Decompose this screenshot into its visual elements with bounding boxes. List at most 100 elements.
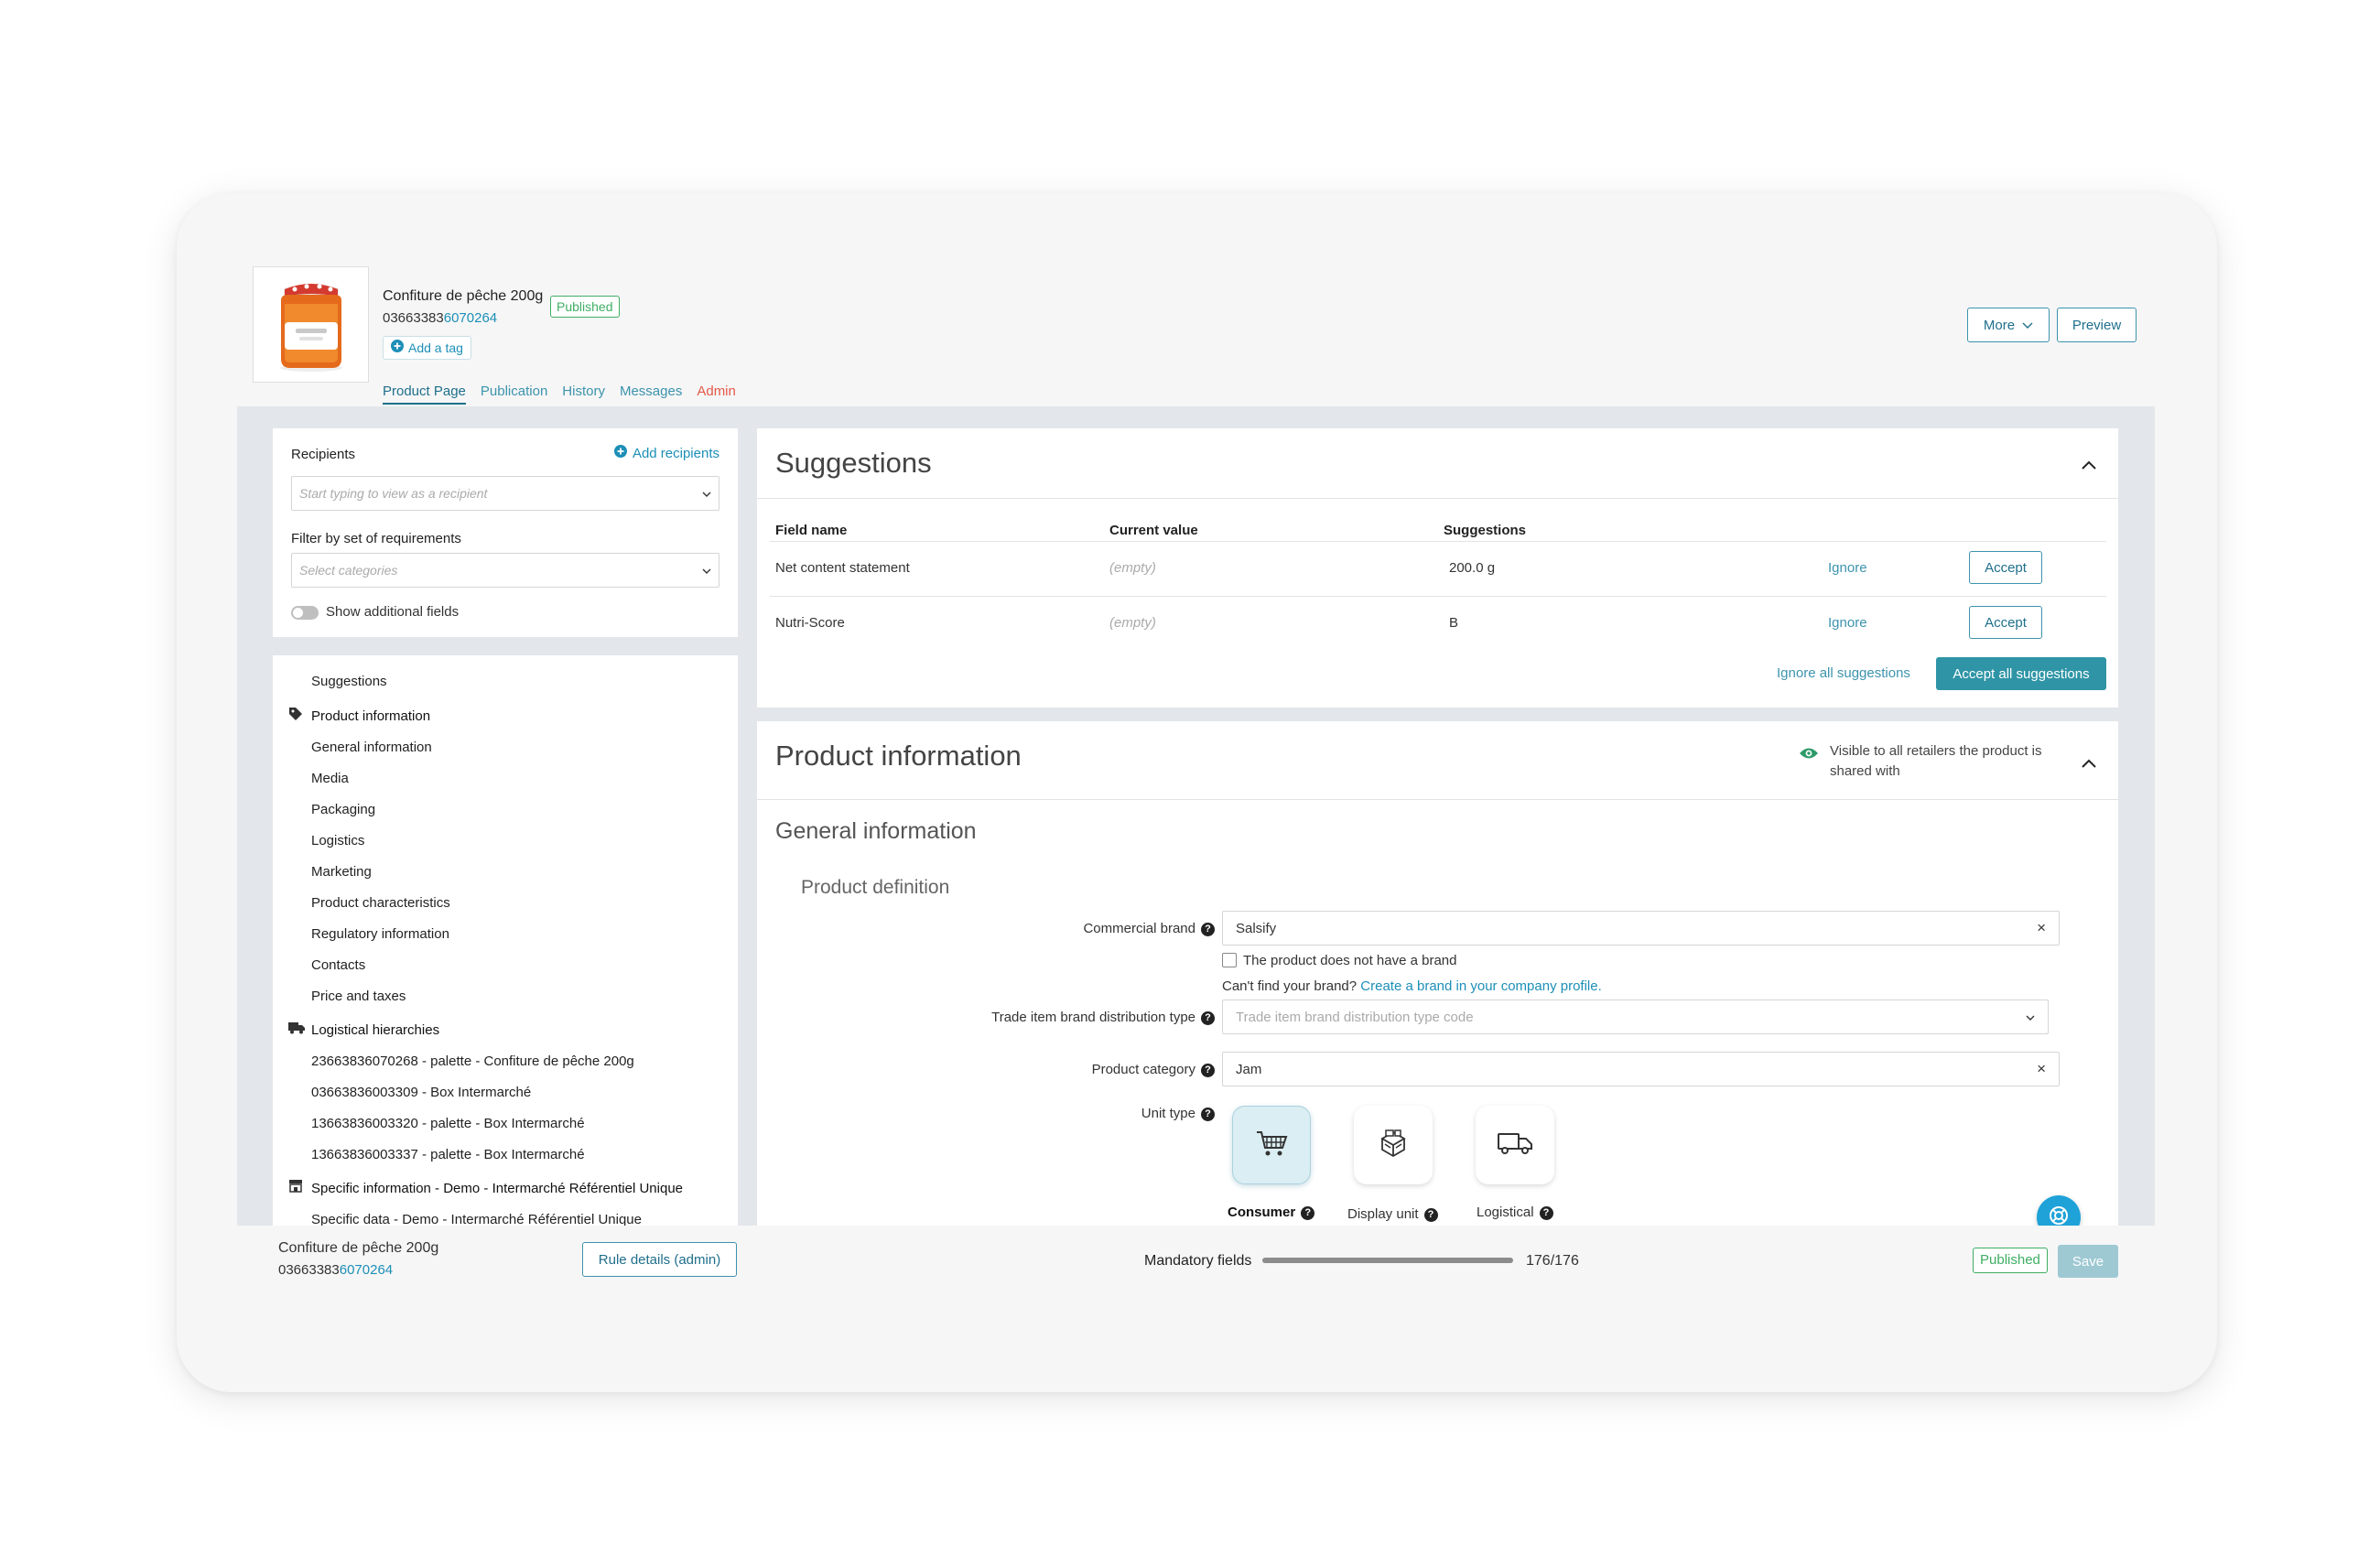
ignore-button[interactable]: Ignore xyxy=(1828,615,1867,631)
nav-suggestions[interactable]: Suggestions xyxy=(311,674,387,689)
truck-icon xyxy=(288,1021,305,1037)
col-field-name: Field name xyxy=(775,523,848,538)
nav-item-contacts[interactable]: Contacts xyxy=(311,957,365,973)
gtin-suffix: 6070264 xyxy=(443,310,498,326)
tab-product-page[interactable]: Product Page xyxy=(383,384,466,405)
tag-icon xyxy=(288,707,303,724)
more-button[interactable]: More xyxy=(1967,308,2050,342)
gtin-suffix: 6070264 xyxy=(339,1262,394,1278)
nav-item-logistics[interactable]: Logistics xyxy=(311,833,364,848)
help-icon[interactable]: ? xyxy=(1201,1108,1215,1121)
unit-consumer-card[interactable] xyxy=(1232,1106,1311,1184)
nav-item-packaging[interactable]: Packaging xyxy=(311,802,375,817)
help-icon[interactable]: ? xyxy=(1201,1064,1215,1077)
unit-type-label: Unit type? xyxy=(1141,1106,1215,1121)
product-tabs: Product Page Publication History Message… xyxy=(383,384,736,405)
ignore-button[interactable]: Ignore xyxy=(1828,560,1867,576)
commercial-brand-label: Commercial brand? xyxy=(1083,921,1215,936)
tab-messages[interactable]: Messages xyxy=(620,384,682,405)
help-icon[interactable]: ? xyxy=(1301,1206,1315,1220)
product-thumbnail xyxy=(253,266,369,383)
row-field-name: Nutri-Score xyxy=(775,615,845,631)
plus-circle-icon xyxy=(391,337,404,359)
chevron-down-icon xyxy=(702,486,711,501)
preview-button[interactable]: Preview xyxy=(2057,308,2137,342)
accept-button[interactable]: Accept xyxy=(1969,606,2042,639)
help-icon[interactable]: ? xyxy=(1423,1208,1438,1222)
row-field-name: Net content statement xyxy=(775,560,910,576)
row-suggestion: 200.0 g xyxy=(1449,560,1496,576)
divider xyxy=(770,541,2106,542)
help-icon[interactable]: ? xyxy=(1201,923,1215,936)
unit-logistical-card[interactable] xyxy=(1476,1106,1554,1184)
chevron-up-icon[interactable] xyxy=(2082,752,2096,773)
row-current-value: (empty) xyxy=(1109,615,1156,631)
boxes-icon xyxy=(1377,1128,1410,1163)
show-additional-toggle[interactable] xyxy=(291,606,319,620)
product-definition-title: Product definition xyxy=(801,877,950,898)
requirements-label: Filter by set of requirements xyxy=(291,531,461,546)
nav-hierarchy-item[interactable]: 03663836003309 - Box Intermarché xyxy=(311,1085,531,1100)
unit-display-card[interactable] xyxy=(1354,1106,1433,1184)
trade-item-select[interactable]: Trade item brand distribution type code xyxy=(1222,1000,2049,1034)
nav-specific-item[interactable]: Specific data - Demo - Intermarché Référ… xyxy=(311,1212,642,1226)
col-current-value: Current value xyxy=(1109,523,1198,538)
trade-item-label-text: Trade item brand distribution type xyxy=(991,1010,1195,1025)
ignore-all-button[interactable]: Ignore all suggestions xyxy=(1777,665,1910,681)
nav-item-regulatory-information[interactable]: Regulatory information xyxy=(311,926,449,942)
create-brand-link[interactable]: Create a brand in your company profile. xyxy=(1360,978,1601,994)
commercial-brand-label-text: Commercial brand xyxy=(1083,921,1195,936)
gtin-prefix: 03663383 xyxy=(383,310,444,326)
save-button[interactable]: Save xyxy=(2058,1245,2118,1278)
chevron-up-icon[interactable] xyxy=(2082,454,2096,475)
tab-history[interactable]: History xyxy=(562,384,605,405)
rule-details-button[interactable]: Rule details (admin) xyxy=(582,1242,737,1277)
nav-specific-information[interactable]: Specific information - Demo - Intermarch… xyxy=(311,1181,683,1196)
gtin-prefix: 03663383 xyxy=(278,1262,340,1278)
accept-all-button[interactable]: Accept all suggestions xyxy=(1936,657,2106,690)
tab-admin[interactable]: Admin xyxy=(697,384,736,405)
no-brand-checkbox[interactable] xyxy=(1222,953,1237,967)
product-gtin: 036633836070264 xyxy=(383,310,497,326)
accept-button[interactable]: Accept xyxy=(1969,551,2042,584)
categories-select[interactable]: Select categories xyxy=(291,553,719,588)
add-tag-label: Add a tag xyxy=(408,340,463,355)
status-badge: Published xyxy=(550,296,620,318)
nav-item-general-information[interactable]: General information xyxy=(311,740,432,755)
add-tag-button[interactable]: Add a tag xyxy=(383,336,471,360)
clear-icon[interactable]: × xyxy=(2037,1060,2046,1078)
recipient-select[interactable]: Start typing to view as a recipient xyxy=(291,476,719,511)
mandatory-fields-label: Mandatory fields xyxy=(1144,1253,1252,1269)
unit-type-label-text: Unit type xyxy=(1141,1106,1195,1121)
nav-logistical-hierarchies[interactable]: Logistical hierarchies xyxy=(311,1022,439,1038)
nav-hierarchy-item[interactable]: 13663836003320 - palette - Box Intermarc… xyxy=(311,1116,585,1131)
product-name: Confiture de pêche 200g xyxy=(383,288,544,304)
clear-icon[interactable]: × xyxy=(2037,919,2046,937)
chevron-down-icon xyxy=(2022,318,2033,333)
footer-bar: Confiture de pêche 200g 036633836070264 … xyxy=(237,1226,2155,1313)
nav-item-price-and-taxes[interactable]: Price and taxes xyxy=(311,989,406,1004)
product-information-title: Product information xyxy=(775,740,1022,772)
plus-circle-icon xyxy=(613,445,627,461)
product-category-value: Jam xyxy=(1236,1061,1262,1077)
recipients-label: Recipients xyxy=(291,447,356,462)
nav-hierarchy-item[interactable]: 23663836070268 - palette - Confiture de … xyxy=(311,1054,634,1069)
nav-item-product-characteristics[interactable]: Product characteristics xyxy=(311,895,450,911)
store-icon xyxy=(288,1179,303,1195)
nav-item-marketing[interactable]: Marketing xyxy=(311,864,372,880)
product-category-input[interactable]: Jam × xyxy=(1222,1052,2060,1086)
product-category-label: Product category? xyxy=(1092,1062,1215,1077)
chevron-down-icon xyxy=(702,563,711,578)
add-recipients-link[interactable]: Add recipients xyxy=(613,445,719,461)
help-icon[interactable]: ? xyxy=(1539,1206,1553,1220)
unit-consumer-text: Consumer xyxy=(1228,1205,1296,1220)
help-icon[interactable]: ? xyxy=(1201,1011,1215,1025)
nav-product-information[interactable]: Product information xyxy=(311,708,430,724)
trade-item-placeholder: Trade item brand distribution type code xyxy=(1236,1009,1474,1025)
mandatory-fields-count: 176/176 xyxy=(1526,1253,1579,1269)
nav-item-media[interactable]: Media xyxy=(311,771,349,786)
nav-hierarchy-item[interactable]: 13663836003337 - palette - Box Intermarc… xyxy=(311,1147,585,1162)
suggestions-title: Suggestions xyxy=(775,447,932,479)
tab-publication[interactable]: Publication xyxy=(481,384,547,405)
commercial-brand-input[interactable]: Salsify × xyxy=(1222,911,2060,945)
